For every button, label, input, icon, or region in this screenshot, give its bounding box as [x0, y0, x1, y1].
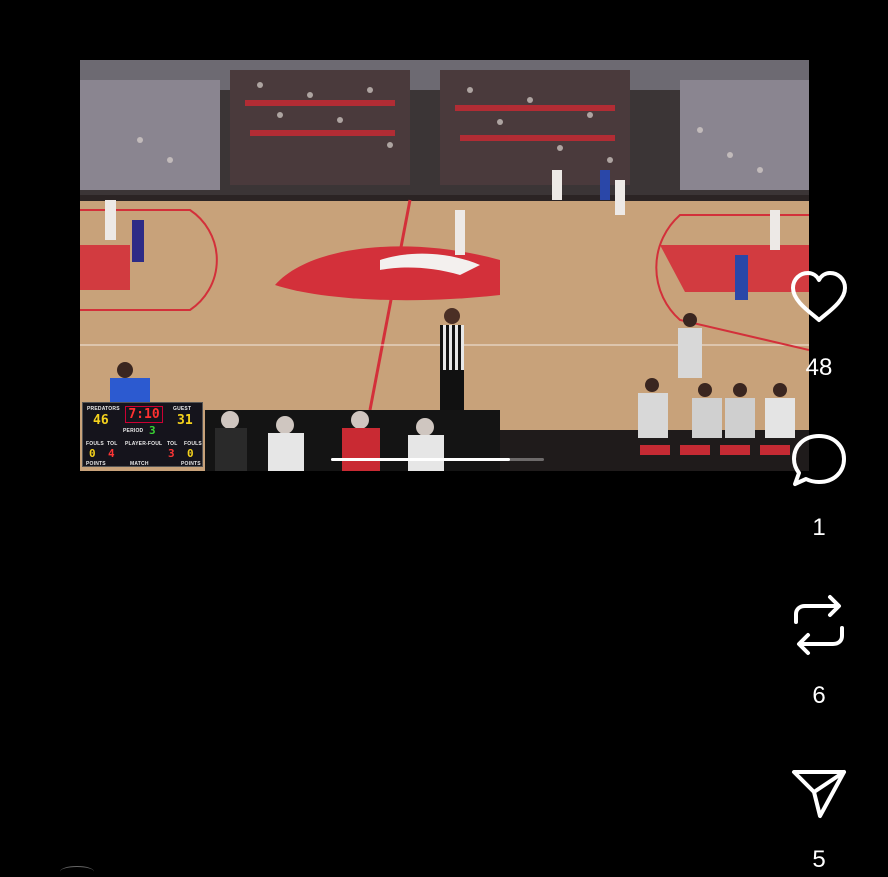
heart-icon[interactable]	[788, 268, 850, 333]
scoreboard: PREDATORS GUEST 46 7:10 31 PERIOD 3 FOUL…	[82, 402, 203, 467]
guest-timeouts: 3	[168, 447, 175, 460]
send-icon[interactable]	[788, 766, 850, 827]
comment-count: 1	[812, 514, 826, 541]
home-fouls: 0	[89, 447, 96, 460]
video-player[interactable]: PREDATORS GUEST 46 7:10 31 PERIOD 3 FOUL…	[80, 60, 809, 471]
guest-team-label: GUEST	[173, 406, 192, 412]
comment-action[interactable]: 1	[788, 430, 850, 541]
game-clock: 7:10	[125, 406, 163, 423]
share-action[interactable]: 5	[788, 766, 850, 873]
player-foul-label: PLAYER-FOUL	[125, 441, 163, 447]
home-timeouts: 4	[108, 447, 115, 460]
period-value: 3	[149, 424, 156, 437]
share-count: 5	[812, 846, 826, 873]
avatar-edge	[60, 866, 94, 877]
like-count: 48	[805, 354, 833, 381]
repost-icon[interactable]	[788, 592, 850, 663]
video-progress-bar[interactable]	[331, 458, 544, 461]
period-label: PERIOD	[123, 428, 144, 434]
match-label: MATCH	[130, 461, 149, 467]
video-progress-fill	[331, 458, 510, 461]
repost-action[interactable]: 6	[788, 592, 850, 709]
repost-count: 6	[812, 682, 826, 709]
points-label-right: POINTS	[181, 461, 201, 467]
home-score: 46	[93, 413, 109, 428]
home-team-label: PREDATORS	[87, 406, 120, 412]
points-label-left: POINTS	[86, 461, 106, 467]
comment-icon[interactable]	[788, 430, 850, 495]
like-action[interactable]: 48	[788, 268, 850, 381]
guest-fouls: 0	[187, 447, 194, 460]
guest-score: 31	[177, 413, 193, 428]
